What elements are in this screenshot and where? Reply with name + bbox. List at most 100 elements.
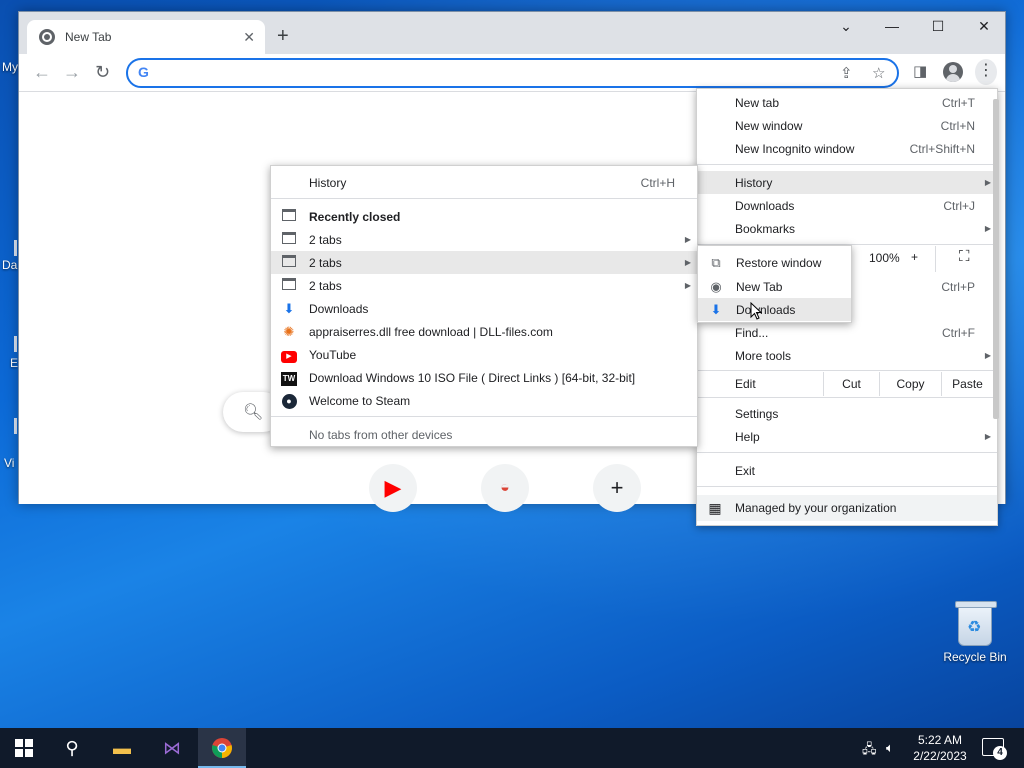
menu-item-shortcut: Ctrl+F — [942, 325, 975, 340]
side-panel-icon[interactable]: ◨ — [913, 62, 927, 80]
copy-button[interactable]: Copy — [879, 372, 941, 396]
minimize-button[interactable]: — — [877, 18, 907, 34]
menu-item-label: Downloads — [736, 302, 796, 317]
bookmark-star-icon[interactable]: ☆ — [872, 64, 885, 82]
steam-icon: ● — [281, 392, 297, 409]
desktop-icon[interactable] — [14, 418, 17, 434]
menu-exit[interactable]: Exit — [697, 459, 997, 482]
menu-find[interactable]: Find... Ctrl+F — [697, 321, 997, 344]
history-item[interactable]: TW Download Windows 10 ISO File ( Direct… — [271, 366, 697, 389]
recycle-bin[interactable]: ♻ Recycle Bin — [938, 598, 1012, 664]
mouse-cursor-icon — [750, 302, 762, 320]
desktop-icon-label[interactable]: E — [10, 356, 18, 370]
submenu-arrow-icon: ▶ — [984, 224, 991, 233]
add-shortcut-icon[interactable]: + — [593, 464, 641, 512]
share-icon[interactable]: ⇪ — [840, 64, 853, 82]
search-icon: 🔍︎ — [243, 404, 264, 421]
address-bar[interactable]: G ⇪ ☆ — [126, 58, 899, 88]
history-item[interactable]: 2 tabs ▶ — [271, 274, 697, 297]
building-icon: ▦ — [708, 499, 722, 516]
clock-date: 2/22/2023 — [913, 749, 967, 763]
windows-logo-icon — [15, 739, 33, 757]
youtube-shortcut-icon[interactable]: ▶ — [369, 464, 417, 512]
history-item[interactable]: ⬇ Downloads — [271, 297, 697, 320]
clock-time: 5:22 AM — [917, 733, 963, 747]
profile-avatar[interactable] — [943, 62, 963, 82]
new-tab-button[interactable]: + — [277, 24, 289, 48]
desktop-icon[interactable] — [14, 336, 17, 352]
history-item[interactable]: 2 tabs ▶ — [271, 228, 697, 251]
menu-bookmarks[interactable]: Bookmarks ▶ — [697, 217, 997, 240]
visual-studio-icon[interactable]: ⋈ — [148, 728, 196, 768]
edit-row: Edit Cut Copy Paste — [697, 372, 997, 396]
tab-title: New Tab — [65, 30, 112, 44]
history-item[interactable]: ✺ appraiserres.dll free download | DLL-f… — [271, 320, 697, 343]
volume-icon[interactable]: 🔈︎ — [886, 740, 894, 756]
restore-window-item[interactable]: ⧉ Restore window — [698, 251, 851, 274]
maximize-button[interactable]: ☐ — [923, 18, 953, 35]
file-explorer-icon[interactable]: ▬ — [98, 728, 146, 768]
menu-separator — [697, 370, 997, 371]
close-tab-icon[interactable]: ✕ — [243, 29, 255, 46]
recently-closed-heading: Recently closed — [271, 205, 697, 228]
zoom-in-button[interactable]: + — [911, 250, 918, 264]
menu-item-label: Downloads — [309, 301, 369, 316]
start-button[interactable] — [0, 728, 48, 768]
fullscreen-icon[interactable]: ⛶ — [959, 248, 970, 265]
menu-item-label: Managed by your organization — [735, 501, 897, 515]
menu-kebab-icon[interactable]: ⋮ — [975, 59, 997, 85]
menu-help[interactable]: Help ▶ — [697, 425, 997, 448]
history-submenu: History Ctrl+H Recently closed 2 tabs ▶ … — [270, 165, 698, 447]
reload-icon[interactable]: ↻ — [95, 62, 110, 83]
menu-more-tools[interactable]: More tools ▶ — [697, 344, 997, 367]
menu-new-window[interactable]: New window Ctrl+N — [697, 114, 997, 137]
history-item[interactable]: 2 tabs ▶ — [271, 251, 697, 274]
menu-item-shortcut: Ctrl+J — [943, 198, 975, 213]
history-item[interactable]: ▶ YouTube — [271, 343, 697, 366]
cut-button[interactable]: Cut — [823, 372, 879, 396]
download-icon: ⬇ — [283, 300, 295, 316]
tab-window-icon — [281, 232, 297, 247]
desktop-icon[interactable] — [14, 240, 17, 256]
submenu-arrow-icon: ▶ — [684, 281, 691, 290]
submenu-arrow-icon: ▶ — [684, 258, 691, 267]
desktop-icon-label[interactable]: Da — [2, 258, 17, 272]
tab-new-tab[interactable]: New Tab ✕ — [27, 20, 265, 54]
clock[interactable]: 5:22 AM 2/22/2023 — [908, 732, 972, 764]
zoom-divider — [935, 246, 936, 272]
paste-button[interactable]: Paste — [941, 372, 993, 396]
search-icon[interactable]: ⚲ — [48, 728, 96, 768]
menu-settings[interactable]: Settings — [697, 402, 997, 425]
menu-item-label: YouTube — [309, 347, 357, 362]
submenu-downloads-item[interactable]: ⬇ Downloads — [698, 298, 851, 321]
menu-scrollbar[interactable] — [993, 99, 999, 419]
forward-arrow-icon[interactable]: → — [63, 62, 81, 83]
notification-count-badge: 4 — [993, 746, 1007, 760]
menu-item-shortcut: Ctrl+T — [942, 95, 975, 110]
edit-label: Edit — [735, 377, 756, 391]
back-arrow-icon[interactable]: ← — [33, 62, 51, 83]
tab-search-chevron-icon[interactable]: ⌄ — [831, 18, 861, 35]
menu-new-incognito-window[interactable]: New Incognito window Ctrl+Shift+N — [697, 137, 997, 160]
menu-item-shortcut: Ctrl+H — [640, 175, 675, 190]
menu-item-shortcut: Ctrl+Shift+N — [909, 141, 975, 156]
menu-history[interactable]: History ▶ — [697, 171, 997, 194]
toolbar: ← → ↻ G ⇪ ☆ ◨ ⋮ — [19, 54, 1005, 92]
history-item[interactable]: ● Welcome to Steam — [271, 389, 697, 412]
menu-item-label: Exit — [735, 463, 756, 478]
menu-item-label: Restore window — [736, 255, 822, 270]
network-icon[interactable]: 🖧︎ — [862, 740, 877, 762]
desktop-icon-label[interactable]: My — [2, 60, 18, 74]
close-window-button[interactable]: ✕ — [969, 18, 999, 35]
desktop-icon-label[interactable]: Vi — [4, 456, 14, 470]
menu-item-label: Find... — [735, 325, 769, 340]
managed-by-org[interactable]: ▦ Managed by your organization — [697, 495, 997, 521]
menu-new-tab[interactable]: New tab Ctrl+T — [697, 91, 997, 114]
chrome-web-store-shortcut-icon[interactable]: ◒ — [481, 464, 529, 512]
chrome-taskbar-icon[interactable] — [198, 728, 246, 768]
submenu-new-tab-item[interactable]: ◉ New Tab — [698, 275, 851, 298]
menu-item-label: 2 tabs — [309, 255, 342, 270]
submenu-arrow-icon: ▶ — [984, 178, 991, 187]
menu-downloads[interactable]: Downloads Ctrl+J — [697, 194, 997, 217]
history-header[interactable]: History Ctrl+H — [271, 171, 697, 194]
